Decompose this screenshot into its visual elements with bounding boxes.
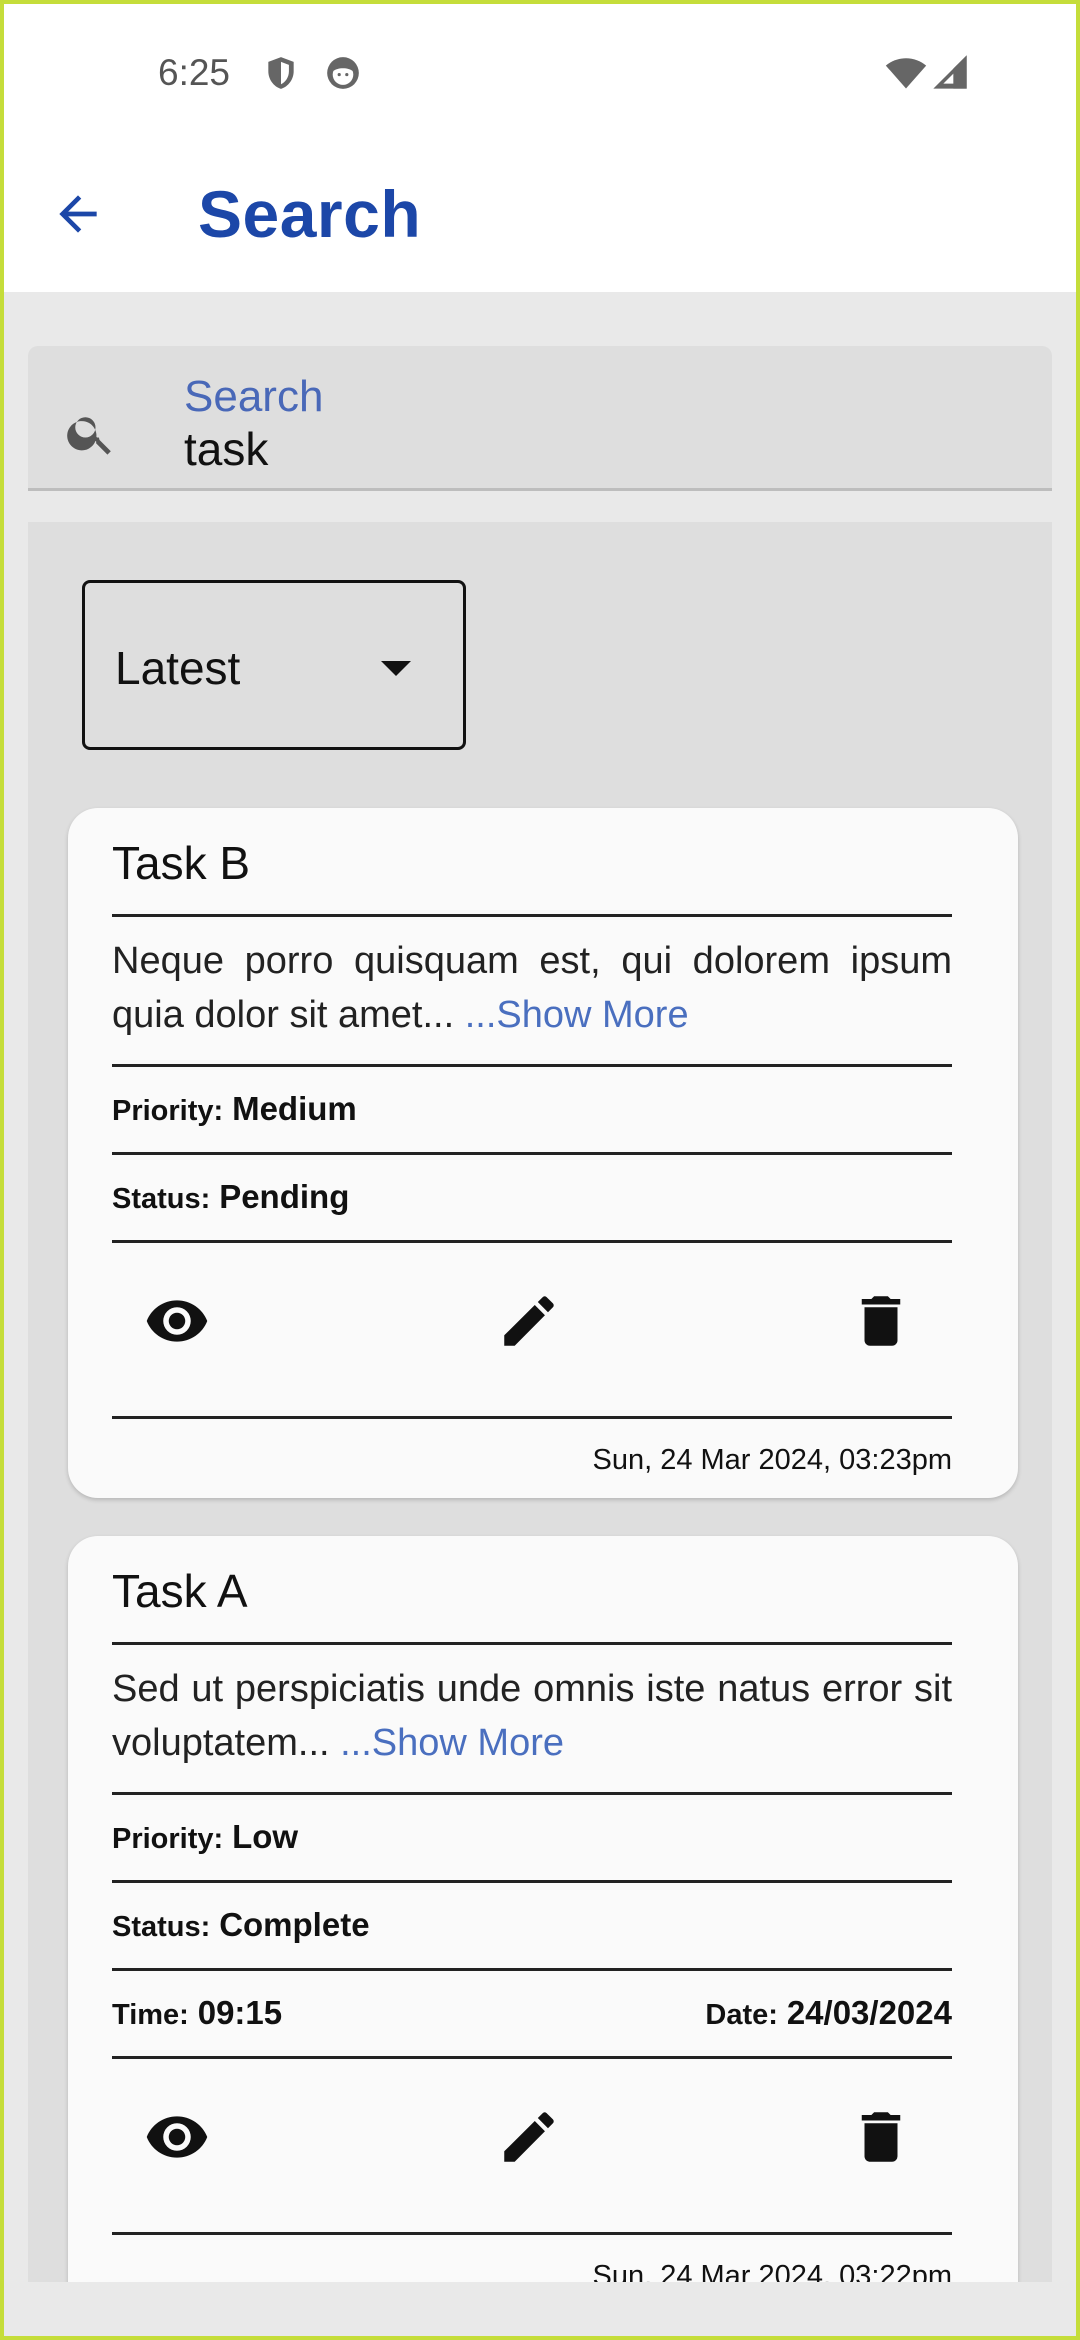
divider (112, 2232, 952, 2235)
search-value[interactable]: task (184, 422, 268, 476)
view-icon[interactable] (144, 2104, 210, 2170)
search-icon (67, 417, 111, 455)
task-timestamp: Sun, 24 Mar 2024, 03:23pm (592, 1444, 952, 1476)
task-card[interactable]: Task A Sed ut perspiciatis unde omnis is… (68, 1536, 1018, 2282)
task-title: Task B (112, 837, 251, 889)
wifi-icon (885, 58, 927, 89)
status-bar: 6:25 (4, 4, 1076, 146)
delete-icon[interactable] (848, 1288, 914, 1354)
date-value: 24/03/2024 (786, 1994, 952, 2031)
task-description: Sed ut perspiciatis unde omnis iste natu… (112, 1662, 952, 1770)
time-label: Time: (112, 1999, 189, 2031)
search-label: Search (184, 372, 324, 421)
view-icon[interactable] (144, 1288, 210, 1354)
divider (112, 1880, 952, 1883)
show-more-link[interactable]: ...Show More (340, 1722, 564, 1764)
priority-row: Priority: Medium (112, 1090, 357, 1128)
status-label: Status: (112, 1911, 211, 1943)
screen: 6:25 Search Search task Latest Task B Ne… (4, 4, 1076, 2336)
divider (112, 914, 952, 917)
divider (112, 1240, 952, 1243)
status-row: Status: Complete (112, 1906, 370, 1944)
edit-icon[interactable] (496, 2104, 562, 2170)
divider (112, 2056, 952, 2059)
status-row: Status: Pending (112, 1178, 349, 1216)
time-row: Time: 09:15 (112, 1994, 282, 2032)
signal-icon (933, 55, 967, 89)
divider (112, 1152, 952, 1155)
priority-label: Priority: (112, 1823, 224, 1855)
divider (112, 1792, 952, 1795)
status-value: Pending (219, 1178, 350, 1215)
page-title: Search (198, 177, 422, 251)
priority-row: Priority: Low (112, 1818, 298, 1856)
app-bar: Search (4, 146, 1076, 292)
search-input[interactable]: Search task (28, 346, 1052, 491)
divider (112, 1968, 952, 1971)
status-label: Status: (112, 1183, 211, 1215)
time-value: 09:15 (197, 1994, 283, 2031)
show-more-link[interactable]: ...Show More (465, 994, 689, 1036)
divider (112, 1416, 952, 1419)
dropdown-caret-icon (381, 661, 411, 676)
sort-dropdown[interactable]: Latest (82, 580, 466, 750)
divider (112, 1642, 952, 1645)
priority-label: Priority: (112, 1095, 224, 1127)
priority-value: Low (232, 1818, 299, 1855)
sort-selected: Latest (115, 642, 241, 694)
task-description: Neque porro quisquam est, qui dolorem ip… (112, 934, 952, 1042)
delete-icon[interactable] (848, 2104, 914, 2170)
date-label: Date: (705, 1999, 778, 2031)
status-value: Complete (219, 1906, 370, 1943)
back-arrow-icon[interactable] (50, 186, 106, 242)
status-time: 6:25 (158, 52, 231, 93)
shield-icon (268, 57, 294, 89)
divider (112, 1064, 952, 1067)
face-icon (327, 57, 359, 89)
edit-icon[interactable] (496, 1288, 562, 1354)
task-timestamp: Sun, 24 Mar 2024, 03:22pm (592, 2260, 952, 2282)
date-row: Date: 24/03/2024 (705, 1994, 952, 2032)
task-title: Task A (112, 1565, 248, 1617)
results-panel: Latest Task B Neque porro quisquam est, … (28, 522, 1052, 2282)
priority-value: Medium (232, 1090, 357, 1127)
task-card[interactable]: Task B Neque porro quisquam est, qui dol… (68, 808, 1018, 1498)
